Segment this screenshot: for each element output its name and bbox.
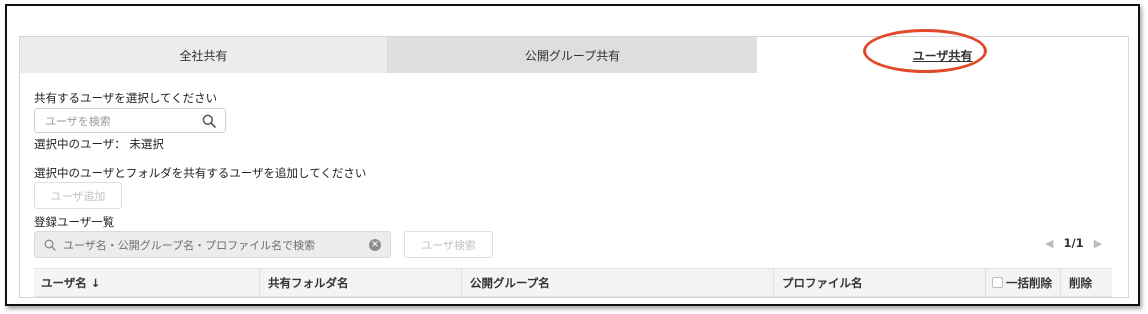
add-user-button[interactable]: ユーザ追加 xyxy=(34,182,122,209)
registered-user-filter-input[interactable] xyxy=(61,235,365,256)
page-indicator: 1/1 xyxy=(1063,236,1084,250)
add-user-prompt: 選択中のユーザとフォルダを共有するユーザを追加してください xyxy=(34,166,367,180)
search-icon xyxy=(44,239,56,251)
column-public-group: 公開グループ名 xyxy=(461,269,550,296)
select-user-prompt: 共有するユーザを選択してください xyxy=(34,91,218,105)
column-profile: プロファイル名 xyxy=(773,269,863,296)
user-search-box xyxy=(34,108,226,133)
user-search-button[interactable]: ユーザ検索 xyxy=(404,231,493,258)
tab-user-share[interactable]: ユーザ共有 xyxy=(757,37,1128,73)
selected-user-status: 選択中のユーザ： 未選択 xyxy=(34,137,164,151)
bulk-delete-label: 一括削除 xyxy=(1006,275,1052,290)
registered-user-filter: ✕ xyxy=(34,231,391,258)
user-table-header: ユーザ名 ↓ 共有フォルダ名 公開グループ名 プロファイル名 一括削除 削除 xyxy=(34,268,1112,297)
clear-icon[interactable]: ✕ xyxy=(369,239,381,251)
tab-public-group-share[interactable]: 公開グループ共有 xyxy=(388,37,757,73)
column-bulk-delete: 一括削除 xyxy=(985,269,1052,296)
bulk-delete-checkbox[interactable] xyxy=(992,277,1003,288)
next-page-icon[interactable]: ▶ xyxy=(1094,237,1102,250)
registered-users-title: 登録ユーザ一覧 xyxy=(34,215,115,229)
prev-page-icon[interactable]: ◀ xyxy=(1045,237,1053,250)
share-tabs: 全社共有 公開グループ共有 ユーザ共有 xyxy=(20,37,1128,73)
user-search-input[interactable] xyxy=(43,110,197,133)
column-user-name[interactable]: ユーザ名 ↓ xyxy=(41,269,100,296)
pagination: ◀ 1/1 ▶ xyxy=(1045,236,1102,250)
column-delete: 削除 xyxy=(1060,269,1092,296)
tab-user-share-label: ユーザ共有 xyxy=(912,48,973,63)
tab-company-share[interactable]: 全社共有 xyxy=(20,37,388,73)
column-shared-folder: 共有フォルダ名 xyxy=(259,269,349,296)
search-icon[interactable] xyxy=(202,114,216,128)
